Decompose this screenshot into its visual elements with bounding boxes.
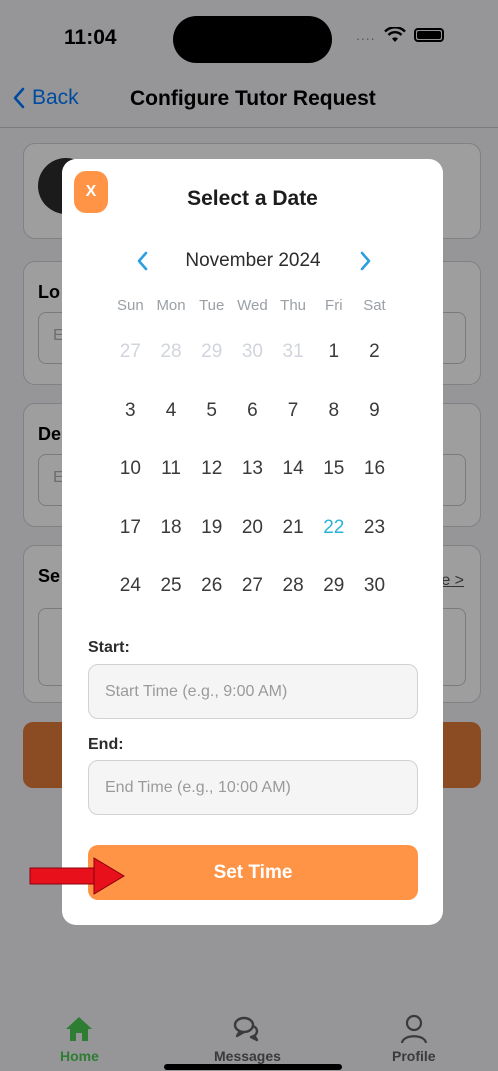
calendar-day[interactable]: 2: [354, 337, 395, 396]
calendar-grid: 27 28 29 30 31 1 2 3 4 5 6 7 8 9 10 11 1…: [110, 337, 436, 630]
calendar-week: 17 18 19 20 21 22 23: [110, 513, 436, 572]
calendar-day[interactable]: 3: [110, 396, 151, 455]
calendar-day[interactable]: 10: [110, 454, 151, 513]
arrow-right-icon: [29, 857, 125, 895]
weekday-label: Thu: [280, 297, 307, 314]
tab-bar: Home Messages Profile: [0, 1008, 498, 1071]
calendar-day[interactable]: 29: [313, 571, 354, 630]
set-time-button[interactable]: Set Time: [88, 845, 418, 900]
start-time-input[interactable]: [88, 664, 418, 719]
next-month-button[interactable]: [358, 249, 374, 273]
start-label: Start:: [88, 639, 130, 656]
calendar-week: 27 28 29 30 31 1 2: [110, 337, 436, 396]
calendar-day[interactable]: 25: [151, 571, 192, 630]
calendar-day[interactable]: 15: [313, 454, 354, 513]
calendar-day: 29: [201, 341, 223, 362]
calendar-day[interactable]: 1: [313, 337, 354, 396]
calendar-week: 24 25 26 27 28 29 30: [110, 571, 436, 630]
weekday-label: Sat: [363, 297, 386, 314]
calendar-week: 3 4 5 6 7 8 9: [110, 396, 436, 455]
calendar-day[interactable]: 4: [151, 396, 192, 455]
calendar-day[interactable]: 6: [232, 396, 273, 455]
weekday-header: Sun Mon Tue Wed Thu Fri Sat: [110, 297, 436, 314]
calendar-day[interactable]: 16: [354, 454, 395, 513]
modal-title: Select a Date: [187, 187, 318, 210]
calendar-day[interactable]: 8: [313, 396, 354, 455]
calendar-day[interactable]: 27: [232, 571, 273, 630]
calendar-day[interactable]: 11: [151, 454, 192, 513]
calendar-day[interactable]: 7: [273, 396, 314, 455]
home-icon: [66, 1017, 93, 1041]
calendar-day: 27: [119, 341, 141, 362]
chevron-right-icon: [360, 251, 371, 271]
calendar-day[interactable]: 20: [232, 513, 273, 572]
calendar-day[interactable]: 13: [232, 454, 273, 513]
tab-profile-label: Profile: [392, 1048, 436, 1064]
weekday-label: Tue: [199, 297, 225, 314]
weekday-label: Wed: [237, 297, 268, 314]
month-navigator: November 2024: [124, 247, 382, 277]
tab-home[interactable]: Home: [60, 1014, 99, 1064]
month-label: November 2024: [185, 250, 321, 271]
calendar-day[interactable]: 24: [110, 571, 151, 630]
calendar-day[interactable]: 23: [354, 513, 395, 572]
calendar-day[interactable]: 28: [273, 571, 314, 630]
weekday-label: Fri: [325, 297, 343, 314]
tab-messages-label: Messages: [214, 1048, 281, 1064]
calendar-day: 30: [241, 341, 263, 362]
calendar-day[interactable]: 30: [354, 571, 395, 630]
tab-home-label: Home: [60, 1048, 99, 1064]
end-time-input[interactable]: [88, 760, 418, 815]
weekday-label: Sun: [116, 297, 144, 314]
person-icon: [400, 1014, 427, 1044]
calendar-week: 10 11 12 13 14 15 16: [110, 454, 436, 513]
calendar-day[interactable]: 12: [191, 454, 232, 513]
calendar-day: 28: [160, 341, 182, 362]
calendar-day[interactable]: 14: [273, 454, 314, 513]
end-label: End:: [88, 736, 124, 753]
calendar-day[interactable]: 17: [110, 513, 151, 572]
calendar-day: 31: [282, 341, 304, 362]
calendar-day[interactable]: 26: [191, 571, 232, 630]
calendar-day[interactable]: 19: [191, 513, 232, 572]
calendar-day[interactable]: 21: [273, 513, 314, 572]
tab-messages[interactable]: Messages: [214, 1014, 281, 1064]
date-picker-modal: X Select a Date November 2024 Sun Mon Tu…: [62, 159, 443, 925]
home-indicator: [164, 1064, 342, 1070]
calendar-day[interactable]: 9: [354, 396, 395, 455]
calendar-day-selected[interactable]: 22: [313, 513, 354, 572]
chat-bubbles-icon: [234, 1016, 259, 1042]
calendar-day[interactable]: 18: [151, 513, 192, 572]
calendar-day[interactable]: 5: [191, 396, 232, 455]
tab-profile[interactable]: Profile: [392, 1014, 436, 1064]
weekday-label: Mon: [156, 297, 186, 314]
